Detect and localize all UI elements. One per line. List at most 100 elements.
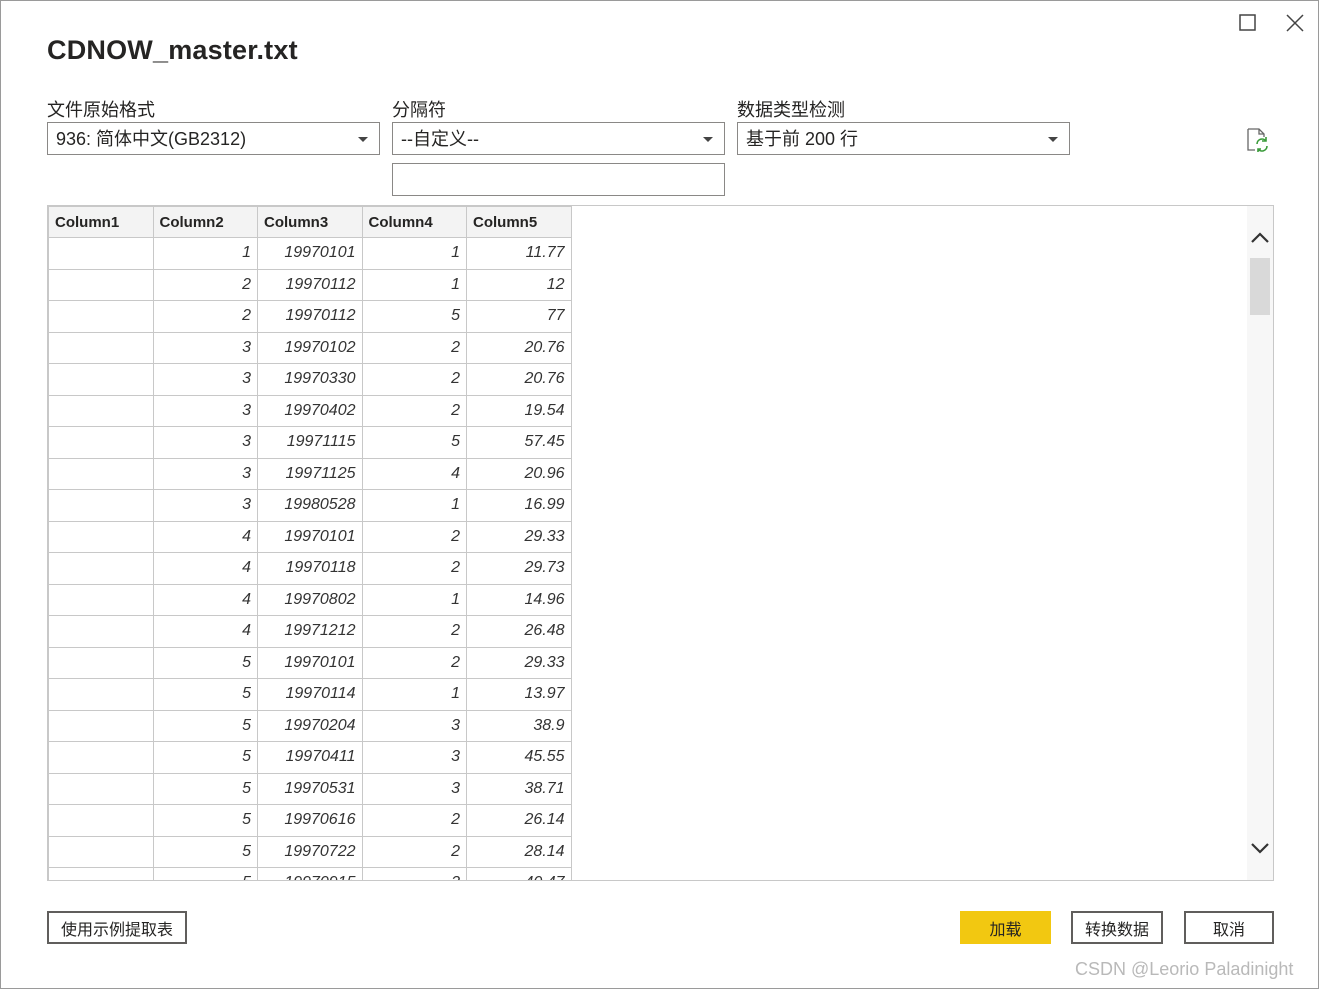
table-row: 4 19971212 2 26.48 (48, 615, 572, 648)
cancel-button[interactable]: 取消 (1184, 911, 1274, 944)
table-cell (48, 615, 154, 648)
table-row: 2 19970112 1 12 (48, 268, 572, 301)
table-row: 3 19971125 4 20.96 (48, 457, 572, 490)
refresh-icon[interactable] (1244, 127, 1270, 153)
column-header[interactable]: Column5 (466, 206, 572, 238)
table-cell: 3 (361, 741, 467, 774)
table-cell: 1 (361, 489, 467, 522)
table-row: 519970915340.47 (48, 867, 572, 880)
delimiter-label: 分隔符 (392, 100, 446, 120)
table-row: 3 19971115 5 57.45 (48, 426, 572, 459)
table-row: 4 19970802 1 14.96 (48, 583, 572, 616)
data-table: Column1 Column2 Column3 Column4 Column5 1 199… (48, 206, 572, 880)
table-row: 5 19970411 3 45.55 (48, 741, 572, 774)
table-cell (48, 741, 154, 774)
table-cell: 1 (361, 583, 467, 616)
table-cell: 5 (152, 772, 258, 805)
table-cell: 1 (152, 237, 258, 270)
table-row: 4 19970101 2 29.33 (48, 520, 572, 553)
column-header[interactable]: Column4 (361, 206, 467, 238)
delimiter-select[interactable]: --自定义-- (392, 122, 725, 155)
table-row: 5 19970204 3 38.9 (48, 709, 572, 742)
watermark: CSDN @Leorio Paladinight (1075, 959, 1294, 979)
maximize-icon[interactable] (1233, 9, 1261, 37)
column-header[interactable]: Column2 (152, 206, 258, 238)
table-cell (48, 709, 154, 742)
chevron-up-icon[interactable] (1249, 228, 1271, 248)
column-header[interactable]: Column1 (48, 206, 154, 238)
table-cell: 11.77 (466, 237, 572, 270)
table-cell: 38.71 (466, 772, 572, 805)
chevron-down-icon[interactable] (1249, 838, 1271, 858)
table-cell: 2 (361, 804, 467, 837)
table-cell: 20.76 (466, 331, 572, 364)
column-header[interactable]: Column3 (257, 206, 363, 238)
type-detection-select[interactable]: 基于前 200 行 (737, 122, 1070, 155)
close-icon[interactable] (1281, 9, 1309, 37)
table-cell: 19970101 (257, 237, 363, 270)
file-origin-select[interactable]: 936: 简体中文(GB2312) (47, 122, 380, 155)
table-cell: 1 (361, 268, 467, 301)
type-detection-value: 基于前 200 行 (746, 129, 859, 149)
table-cell: 3 (361, 772, 467, 805)
table-cell: 5 (152, 835, 258, 868)
table-cell: 5 (152, 678, 258, 711)
table-row: 5 19970114 1 13.97 (48, 678, 572, 711)
scrollbar-thumb[interactable] (1250, 258, 1270, 315)
table-cell: 4 (152, 583, 258, 616)
load-button[interactable]: 加载 (960, 911, 1051, 944)
table-cell: 26.48 (466, 615, 572, 648)
table-cell: 19970102 (257, 331, 363, 364)
table-cell: 2 (361, 552, 467, 585)
type-detection-label: 数据类型检测 (737, 100, 845, 120)
table-cell: 2 (361, 331, 467, 364)
table-cell: 2 (361, 646, 467, 679)
table-cell: 19970411 (257, 741, 363, 774)
table-cell: 13.97 (466, 678, 572, 711)
table-row: 3 19970330 2 20.76 (48, 363, 572, 396)
table-row: 3 19970402 2 19.54 (48, 394, 572, 427)
table-cell: 19970616 (257, 804, 363, 837)
table-cell: 19970330 (257, 363, 363, 396)
table-row: 5 19970101 2 29.33 (48, 646, 572, 679)
table-cell: 16.99 (466, 489, 572, 522)
table-cell: 40.47 (466, 867, 572, 880)
custom-delimiter-input[interactable] (392, 163, 725, 196)
table-cell: 20.76 (466, 363, 572, 396)
chevron-down-icon (703, 137, 713, 142)
table-row: 3 19980528 1 16.99 (48, 489, 572, 522)
table-cell: 45.55 (466, 741, 572, 774)
table-cell: 20.96 (466, 457, 572, 490)
table-cell: 3 (152, 457, 258, 490)
table-cell (48, 804, 154, 837)
table-cell: 5 (152, 646, 258, 679)
table-cell: 29.33 (466, 520, 572, 553)
table-cell: 4 (152, 552, 258, 585)
table-cell: 29.33 (466, 646, 572, 679)
vertical-scrollbar[interactable] (1247, 206, 1273, 880)
table-cell: 3 (361, 867, 467, 880)
table-cell: 19970802 (257, 583, 363, 616)
table-cell (48, 835, 154, 868)
table-cell (48, 552, 154, 585)
table-cell: 5 (152, 867, 258, 880)
table-cell (48, 678, 154, 711)
extract-table-button[interactable]: 使用示例提取表 (47, 911, 187, 944)
table-cell: 19970118 (257, 552, 363, 585)
table-cell: 19970101 (257, 646, 363, 679)
table-cell: 2 (361, 394, 467, 427)
table-cell: 5 (361, 300, 467, 333)
table-cell (48, 394, 154, 427)
table-cell: 3 (152, 331, 258, 364)
table-cell: 19.54 (466, 394, 572, 427)
table-cell: 19971212 (257, 615, 363, 648)
file-origin-value: 936: 简体中文(GB2312) (56, 129, 247, 149)
table-cell (48, 426, 154, 459)
table-cell (48, 867, 154, 880)
table-cell: 19971115 (257, 426, 363, 459)
transform-data-button[interactable]: 转换数据 (1071, 911, 1163, 944)
table-cell: 19971125 (257, 457, 363, 490)
table-cell (48, 583, 154, 616)
table-cell: 19970101 (257, 520, 363, 553)
table-cell: 2 (361, 520, 467, 553)
